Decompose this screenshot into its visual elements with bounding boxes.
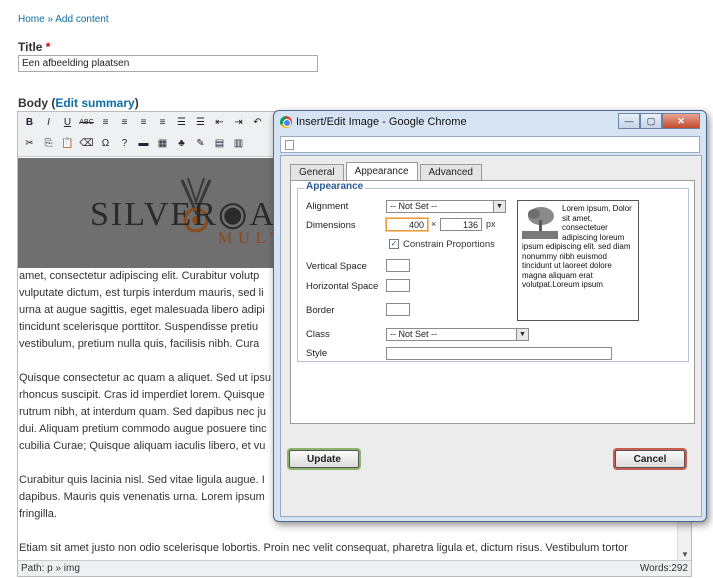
toolbar-button-r2-9[interactable]: ✎ <box>192 135 209 152</box>
breadcrumb-home-link[interactable]: Home <box>18 14 45 25</box>
dialog-titlebar[interactable]: Insert/Edit Image - Google Chrome — ▢ ✕ <box>274 111 706 133</box>
chevron-down-icon: ▼ <box>516 329 528 340</box>
toolbar-button-r2-4[interactable]: Ω <box>97 135 114 152</box>
times-sign: × <box>431 219 437 229</box>
toolbar-button-r1-1[interactable]: I <box>40 114 57 131</box>
update-button[interactable]: Update <box>289 450 359 468</box>
style-label: Style <box>306 348 328 359</box>
tab-advanced[interactable]: Advanced <box>419 164 482 180</box>
paragraph-line: Etiam sit amet justo non odio scelerisqu… <box>19 542 628 554</box>
word-count: Words:292 <box>639 563 688 574</box>
style-input[interactable] <box>386 347 612 360</box>
px-unit: px <box>486 219 496 229</box>
image-preview: Lorem ipsum, Dolor sit amet, consectetue… <box>517 200 639 321</box>
toolbar-button-r2-8[interactable]: ♣ <box>173 135 190 152</box>
class-label: Class <box>306 329 330 340</box>
horizontal-space-input[interactable] <box>386 279 410 292</box>
toolbar-button-r1-7[interactable]: ≡ <box>154 114 171 131</box>
element-path: Path: p » img <box>21 563 80 574</box>
tab-appearance[interactable]: Appearance <box>345 162 418 180</box>
toolbar-button-r1-5[interactable]: ≡ <box>116 114 133 131</box>
toolbar-button-r2-7[interactable]: ▦ <box>154 135 171 152</box>
title-input[interactable] <box>18 55 318 72</box>
preview-thumbnail-icon <box>522 205 558 239</box>
breadcrumb: Home » Add content <box>18 14 109 25</box>
vertical-space-label: Vertical Space <box>306 261 367 272</box>
appearance-legend: Appearance <box>304 181 366 192</box>
chevron-down-icon: ▼ <box>493 201 505 212</box>
border-input[interactable] <box>386 303 410 316</box>
alignment-label: Alignment <box>306 201 349 212</box>
title-label-text: Title <box>18 40 43 54</box>
title-label: Title * <box>18 40 50 54</box>
alignment-select[interactable]: -- Not Set -- ▼ <box>386 200 506 213</box>
horizontal-space-label: Horizontal Space <box>306 281 379 292</box>
toolbar-button-r1-3[interactable]: ABC <box>78 114 95 131</box>
close-button[interactable]: ✕ <box>662 113 700 129</box>
toolbar-button-r2-6[interactable]: ▬ <box>135 135 152 152</box>
toolbar-button-r1-12[interactable]: ↶ <box>249 114 266 131</box>
alignment-value: -- Not Set -- <box>390 201 438 211</box>
class-value: -- Not Set -- <box>390 329 438 339</box>
toolbar-button-r2-1[interactable]: ⎘ <box>40 135 57 152</box>
scroll-down-icon[interactable]: ▼ <box>681 550 689 559</box>
dialog-body: General Appearance Advanced Appearance Ali… <box>280 155 702 517</box>
dimensions-label: Dimensions <box>306 220 356 231</box>
toolbar-button-r1-11[interactable]: ⇥ <box>230 114 247 131</box>
border-label: Border <box>306 305 335 316</box>
editor-statusbar: Path: p » img Words:292 <box>18 560 691 576</box>
insert-image-dialog: Insert/Edit Image - Google Chrome — ▢ ✕ … <box>273 110 707 522</box>
toolbar-button-r1-9[interactable]: ☰ <box>192 114 209 131</box>
vertical-space-input[interactable] <box>386 259 410 272</box>
address-bar <box>280 136 700 153</box>
body-label-paren-close: ) <box>134 96 139 110</box>
toolbar-button-r2-3[interactable]: ⌫ <box>78 135 95 152</box>
chrome-icon <box>280 116 292 128</box>
toolbar-button-r2-10[interactable]: ▤ <box>211 135 228 152</box>
minimize-button[interactable]: — <box>618 113 640 129</box>
toolbar-button-r2-0[interactable]: ✂ <box>21 135 38 152</box>
toolbar-button-r2-5[interactable]: ? <box>116 135 133 152</box>
appearance-panel: Appearance Alignment -- Not Set -- ▼ Dim… <box>290 180 695 424</box>
cancel-button[interactable]: Cancel <box>615 450 685 468</box>
constrain-checkbox[interactable]: ✓ <box>389 239 399 249</box>
toolbar-button-r2-11[interactable]: ▥ <box>230 135 247 152</box>
body-label-text: Body <box>18 96 48 110</box>
toolbar-button-r1-6[interactable]: ≡ <box>135 114 152 131</box>
page-icon <box>285 140 294 150</box>
maximize-button[interactable]: ▢ <box>640 113 662 129</box>
required-marker: * <box>45 40 51 54</box>
tab-general[interactable]: General <box>290 164 344 180</box>
breadcrumb-add-content-link[interactable]: Add content <box>55 14 108 25</box>
width-input[interactable] <box>386 218 428 231</box>
toolbar-button-r2-2[interactable]: 📋 <box>59 135 76 152</box>
class-select[interactable]: -- Not Set -- ▼ <box>386 328 529 341</box>
toolbar-button-r1-2[interactable]: U <box>59 114 76 131</box>
body-label: Body (Edit summary) <box>18 96 139 110</box>
dialog-title: Insert/Edit Image - Google Chrome <box>296 116 467 128</box>
window-controls: — ▢ ✕ <box>618 113 700 129</box>
appearance-fieldset: Appearance Alignment -- Not Set -- ▼ Dim… <box>297 181 689 362</box>
dialog-tabs: General Appearance Advanced <box>290 162 482 180</box>
toolbar-button-r1-10[interactable]: ⇤ <box>211 114 228 131</box>
edit-summary-link[interactable]: Edit summary <box>55 96 134 110</box>
toolbar-button-r1-4[interactable]: ≡ <box>97 114 114 131</box>
height-input[interactable] <box>440 218 482 231</box>
constrain-label: Constrain Proportions <box>403 239 495 250</box>
toolbar-button-r1-0[interactable]: B <box>21 114 38 131</box>
toolbar-button-r1-8[interactable]: ☰ <box>173 114 190 131</box>
breadcrumb-separator: » <box>47 14 54 25</box>
